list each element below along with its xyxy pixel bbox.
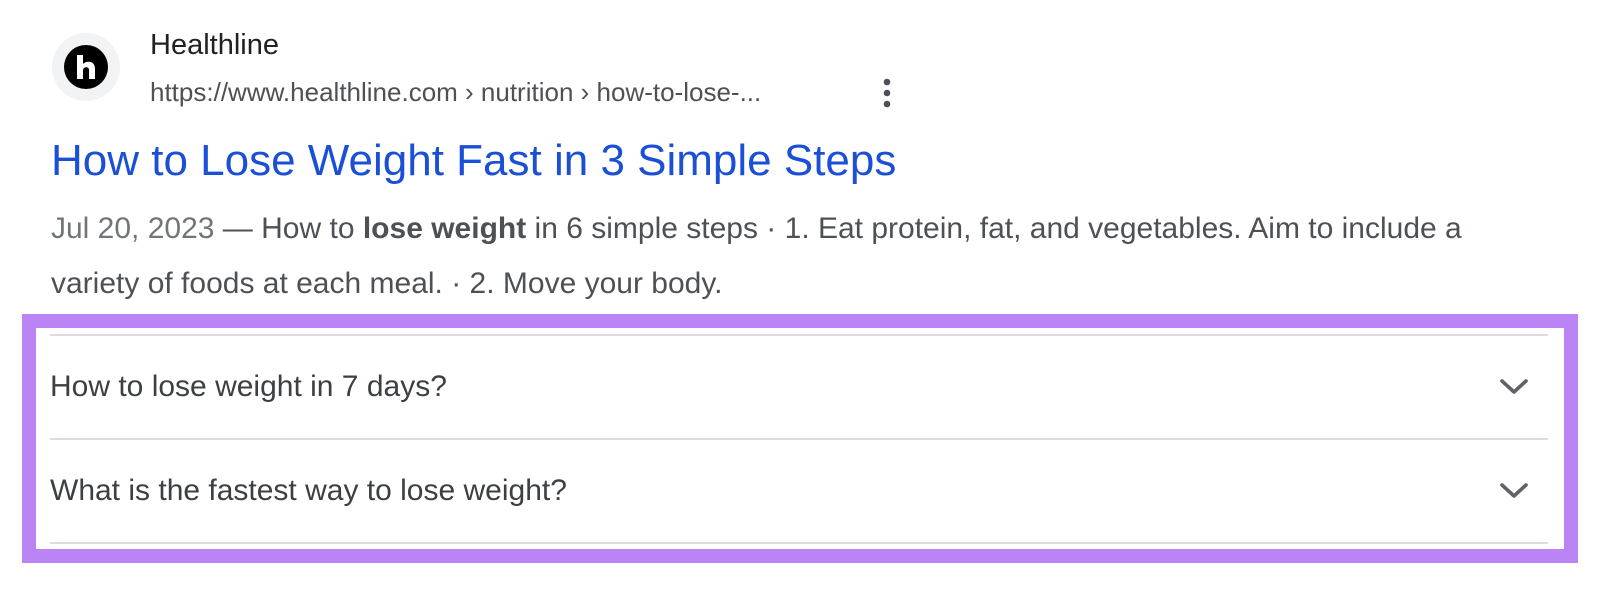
snippet-text-pre: — How to [214, 212, 363, 245]
site-breadcrumb-url[interactable]: https://www.healthline.com › nutrition ›… [150, 75, 761, 109]
healthline-logo-icon [64, 45, 108, 89]
faq-item-1[interactable]: How to lose weight in 7 days? [50, 336, 1548, 438]
faq-divider [50, 542, 1548, 544]
more-options-button[interactable] [876, 76, 898, 110]
chevron-down-icon[interactable] [1494, 367, 1534, 407]
vertical-dots-icon [883, 78, 891, 108]
result-snippet: Jul 20, 2023 — How to lose weight in 6 s… [51, 201, 1551, 311]
result-title-link[interactable]: How to Lose Weight Fast in 3 Simple Step… [51, 133, 896, 189]
faq-item-2[interactable]: What is the fastest way to lose weight? [50, 440, 1548, 542]
faq-list: How to lose weight in 7 days? What is th… [50, 334, 1548, 544]
site-favicon[interactable] [52, 33, 120, 101]
snippet-date: Jul 20, 2023 [51, 212, 215, 245]
snippet-bold-keyword: lose weight [362, 212, 527, 245]
faq-question: What is the fastest way to lose weight? [50, 474, 567, 507]
chevron-down-icon[interactable] [1494, 471, 1534, 511]
faq-question: How to lose weight in 7 days? [50, 370, 447, 403]
site-name[interactable]: Healthline [150, 26, 279, 64]
